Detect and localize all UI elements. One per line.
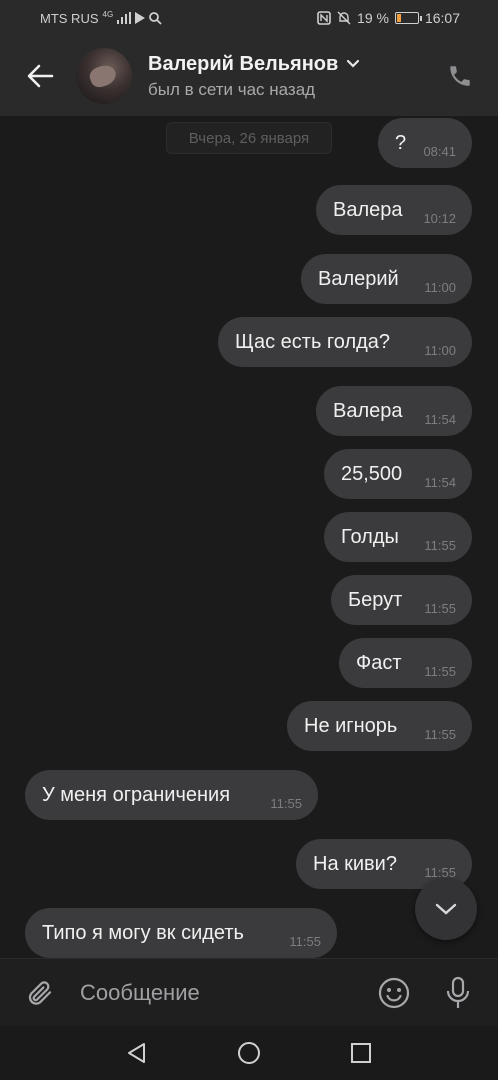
message-text: ?	[395, 131, 407, 154]
message-bubble[interactable]: 25,500 11:54	[324, 449, 472, 499]
message-time: 11:54	[424, 412, 456, 427]
message-text: У меня ограничения	[42, 783, 231, 806]
battery-percent: 19 %	[357, 10, 389, 26]
message-bubble[interactable]: Фаст 11:55	[339, 638, 472, 688]
message-time: 10:12	[423, 211, 456, 226]
message-time: 11:55	[424, 601, 456, 616]
message-time: 08:41	[423, 144, 456, 159]
arrow-left-icon	[27, 64, 54, 88]
message-bubble[interactable]: Валера 11:54	[316, 386, 472, 436]
message-bubble[interactable]: Валерий 11:00	[301, 254, 472, 304]
message-bubble[interactable]: Типо я могу вк сидеть 11:55	[25, 908, 337, 958]
message-bubble[interactable]: Не игнорь 11:55	[287, 701, 472, 751]
message-time: 11:55	[424, 727, 456, 742]
peer-info[interactable]: Валерий Вельянов был в сети час назад	[148, 53, 360, 100]
message-text: Валерий	[318, 267, 399, 290]
peer-name: Валерий Вельянов	[148, 52, 339, 75]
message-time: 11:55	[424, 538, 456, 553]
mute-bell-icon	[337, 11, 351, 25]
avatar[interactable]	[76, 48, 132, 104]
message-bubble[interactable]: Валера 10:12	[316, 185, 472, 235]
message-input[interactable]	[80, 972, 360, 1013]
microphone-icon	[446, 976, 470, 1008]
back-button[interactable]	[18, 54, 62, 98]
message-time: 11:00	[424, 343, 456, 358]
battery-icon	[394, 12, 422, 24]
nav-recents-button[interactable]	[347, 1039, 375, 1067]
message-bubble[interactable]: Берут 11:55	[331, 575, 472, 625]
message-time: 11:55	[289, 934, 321, 949]
emoji-button[interactable]	[374, 973, 414, 1013]
phone-icon	[450, 66, 470, 86]
battery-level-fill	[396, 14, 402, 22]
search-icon	[149, 11, 162, 25]
peer-status: был в сети час назад	[148, 79, 316, 99]
message-text: Берут	[348, 588, 403, 611]
chevron-down-icon	[347, 59, 360, 68]
message-text: Валера	[333, 399, 403, 422]
message-list[interactable]: Вчера, 26 января ? 08:41 Валера 10:12 Ва…	[0, 116, 498, 958]
attach-button[interactable]	[20, 973, 60, 1013]
paperclip-icon	[28, 980, 52, 1005]
message-text: Типо я могу вк сидеть	[42, 921, 244, 944]
message-time: 11:00	[424, 280, 456, 295]
scroll-down-button[interactable]	[415, 878, 477, 940]
message-time: 11:54	[424, 475, 456, 490]
message-time: 11:55	[424, 664, 456, 679]
message-bubble[interactable]: Щас есть голда? 11:00	[218, 317, 472, 367]
triangle-back-icon	[128, 1043, 145, 1063]
status-bar: MTS RUS 4G 19 % 16:07	[0, 0, 498, 36]
message-text: 25,500	[341, 462, 403, 485]
date-separator: Вчера, 26 января	[166, 122, 332, 154]
circle-home-icon	[238, 1042, 260, 1064]
message-bubble[interactable]: ? 08:41	[378, 118, 472, 168]
smiley-icon	[378, 977, 410, 1008]
message-text: На киви?	[313, 852, 397, 875]
message-text: Щас есть голда?	[235, 330, 391, 353]
chevron-down-icon	[435, 903, 457, 915]
call-button[interactable]	[442, 58, 478, 94]
nfc-icon	[317, 11, 331, 25]
nav-home-button[interactable]	[235, 1039, 263, 1067]
message-text: Валера	[333, 198, 403, 221]
play-store-icon	[135, 12, 146, 24]
message-composer	[0, 958, 498, 1026]
chat-header: Валерий Вельянов был в сети час назад	[0, 36, 498, 116]
clock: 16:07	[424, 10, 460, 26]
square-recents-icon	[351, 1043, 371, 1063]
message-bubble[interactable]: Голды 11:55	[324, 512, 472, 562]
message-text: Не игнорь	[304, 714, 398, 737]
message-bubble[interactable]: У меня ограничения 11:55	[25, 770, 318, 820]
nav-back-button[interactable]	[123, 1039, 151, 1067]
message-text: Голды	[341, 525, 399, 548]
carrier-label: MTS RUS	[40, 10, 99, 26]
system-nav-bar	[0, 1026, 498, 1080]
voice-record-button[interactable]	[438, 973, 478, 1013]
message-text: Фаст	[356, 651, 402, 674]
network-type: 4G	[102, 10, 114, 19]
message-time: 11:55	[270, 796, 302, 811]
signal-icon	[117, 12, 132, 24]
